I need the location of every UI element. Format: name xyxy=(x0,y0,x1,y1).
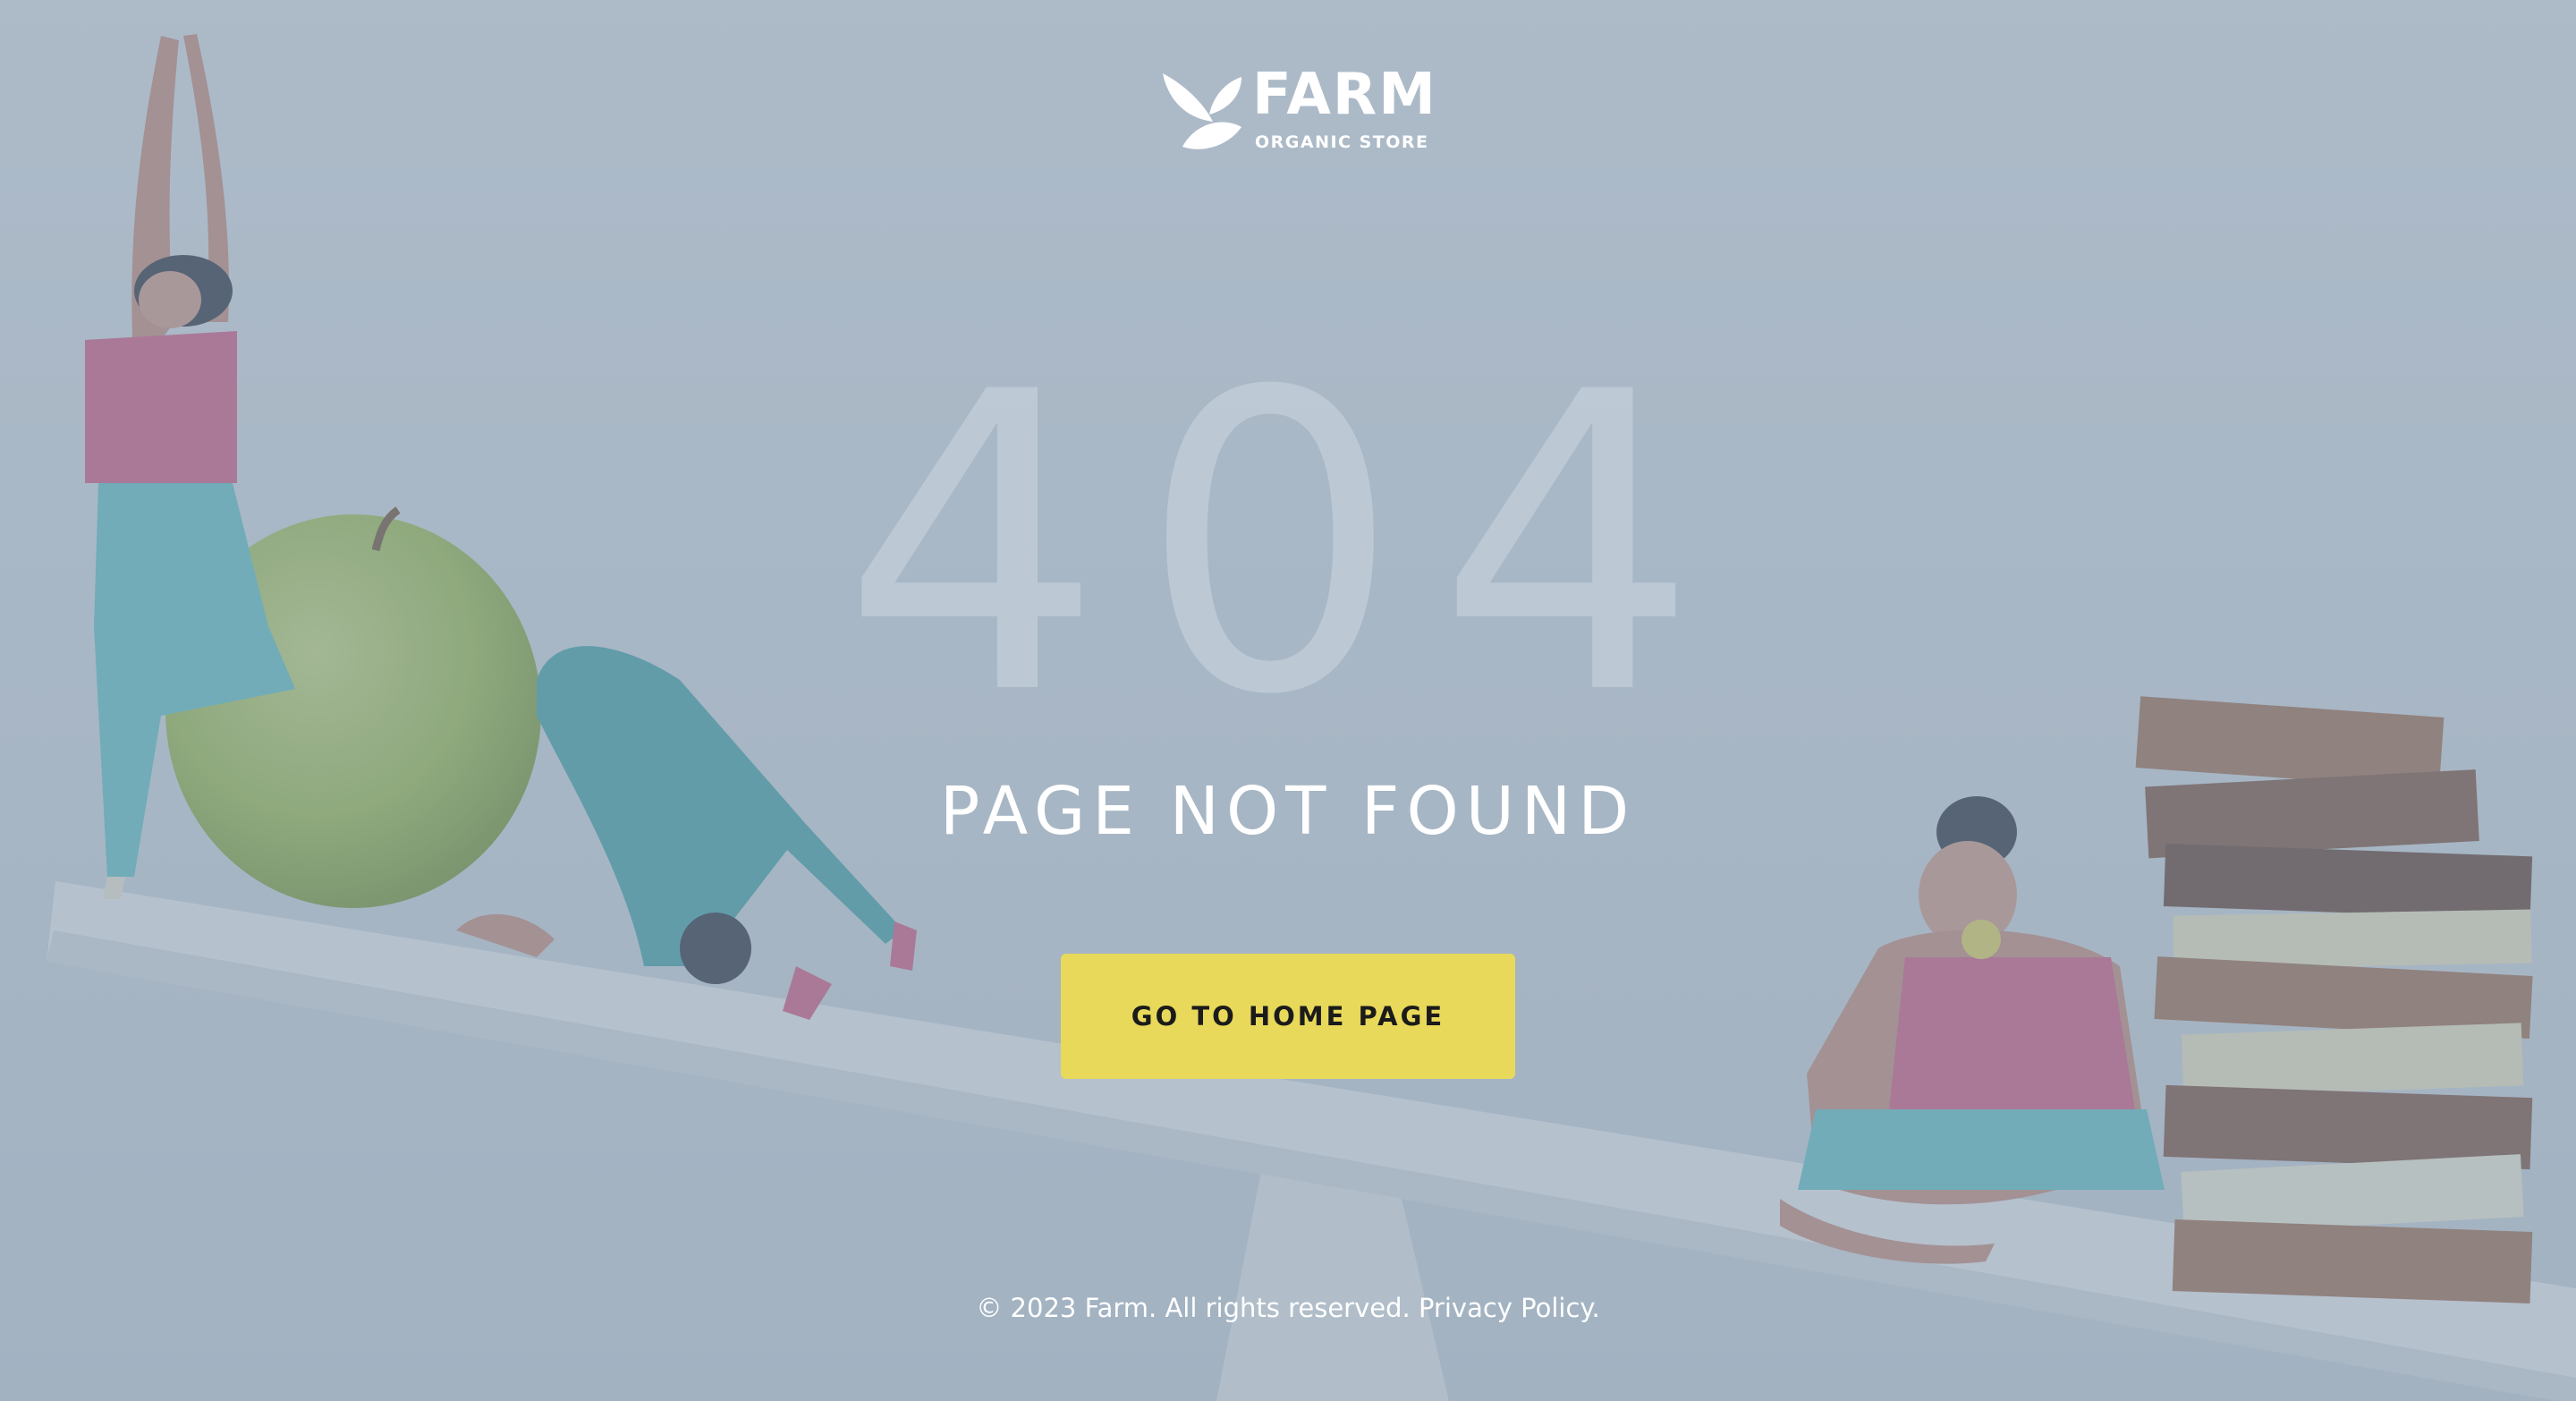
error-page: FARM ORGANIC STORE 404 PAGE NOT FOUND GO… xyxy=(0,0,2576,1401)
privacy-policy-link[interactable]: Privacy Policy. xyxy=(1419,1293,1600,1323)
brand-tagline: ORGANIC STORE xyxy=(1255,132,1429,152)
error-message: PAGE NOT FOUND xyxy=(939,773,1637,850)
brand-name[interactable]: FARM xyxy=(1252,66,1437,123)
footer: © 2023 Farm. All rights reserved. Privac… xyxy=(0,1295,2576,1321)
error-code: 404 xyxy=(842,306,1734,785)
copyright-symbol: © xyxy=(976,1293,1003,1323)
copyright-text: 2023 Farm. All rights reserved. xyxy=(1010,1293,1411,1323)
go-to-home-button[interactable]: GO TO HOME PAGE xyxy=(1061,954,1515,1079)
